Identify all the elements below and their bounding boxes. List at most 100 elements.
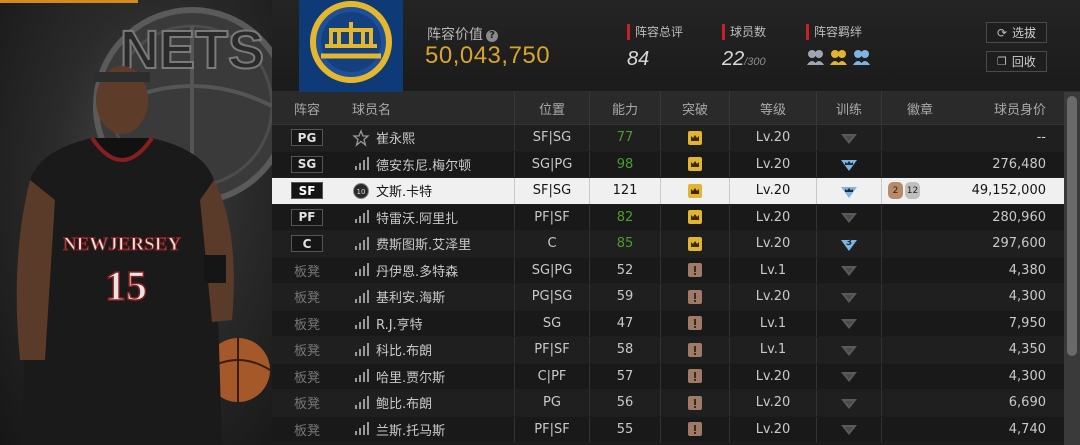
breakthrough-cell[interactable] [660, 390, 730, 416]
training-shield-icon[interactable] [839, 342, 859, 358]
breakthrough-alert-icon[interactable] [687, 289, 703, 305]
col-header-ability[interactable]: 能力 [590, 92, 660, 124]
training-cell[interactable] [816, 257, 882, 283]
table-row[interactable]: SG 德安东尼.梅尔顿 SG|PG 98 Lv.20 276,480 [272, 151, 1064, 178]
training-shield-icon[interactable] [839, 395, 859, 411]
badges-cell[interactable] [882, 311, 958, 337]
slot-tag[interactable]: PG [291, 129, 323, 147]
breakthrough-alert-icon[interactable] [687, 395, 703, 411]
training-cell[interactable] [816, 178, 882, 204]
breakthrough-cell[interactable] [660, 231, 730, 257]
filter-button[interactable]: ⟳ 选拔 [986, 22, 1047, 43]
crown-breakthrough-icon[interactable] [687, 236, 703, 252]
badges-cell[interactable] [882, 337, 958, 363]
slot-tag[interactable]: SG [291, 155, 323, 173]
training-cell[interactable] [816, 337, 882, 363]
crown-breakthrough-icon[interactable] [687, 209, 703, 225]
breakthrough-cell[interactable] [660, 416, 730, 442]
player-name-cell[interactable]: 费斯图斯.艾泽里 [342, 231, 514, 257]
training-cell[interactable] [816, 310, 882, 336]
training-shield-icon[interactable] [839, 183, 859, 199]
training-cell[interactable] [816, 390, 882, 416]
training-cell[interactable] [816, 416, 882, 442]
breakthrough-cell[interactable] [660, 363, 730, 389]
crown-breakthrough-icon[interactable] [687, 183, 703, 199]
scrollbar-thumb[interactable] [1067, 96, 1077, 356]
table-row[interactable]: 板凳 兰斯.托马斯 PF|SF 55 Lv.20 4,740 [272, 416, 1064, 443]
training-shield-icon[interactable] [839, 368, 859, 384]
table-row[interactable]: 板凳 哈里.贾尔斯 C|PF 57 Lv.20 4,300 [272, 363, 1064, 390]
breakthrough-cell[interactable] [660, 257, 730, 283]
bond-silver-icon[interactable] [806, 48, 825, 66]
bond-icons[interactable] [806, 48, 871, 66]
col-header-player-value[interactable]: 球员身价 [958, 92, 1064, 124]
training-cell[interactable] [816, 284, 882, 310]
training-shield-icon[interactable] [839, 130, 859, 146]
training-shield-icon[interactable] [839, 209, 859, 225]
breakthrough-alert-icon[interactable] [687, 342, 703, 358]
help-icon[interactable]: ? [486, 30, 498, 42]
badges-cell[interactable] [882, 125, 958, 151]
bond-gold-icon[interactable] [829, 48, 848, 66]
breakthrough-cell[interactable] [660, 284, 730, 310]
breakthrough-cell[interactable] [660, 125, 730, 151]
table-row[interactable]: C 费斯图斯.艾泽里 C 85 Lv.20 3 297,600 [272, 231, 1064, 258]
breakthrough-cell[interactable] [660, 151, 730, 177]
breakthrough-alert-icon[interactable] [687, 421, 703, 437]
breakthrough-alert-icon[interactable] [687, 315, 703, 331]
training-cell[interactable] [816, 125, 882, 151]
player-name-cell[interactable]: 基利安.海斯 [342, 284, 514, 310]
breakthrough-cell[interactable] [660, 337, 730, 363]
player-name-cell[interactable]: 崔永熙 [342, 125, 514, 151]
training-cell[interactable]: 3 [816, 231, 882, 257]
slot-tag[interactable]: SF [291, 182, 323, 200]
table-row[interactable]: PG 崔永熙 SF|SG 77 Lv.20 -- [272, 125, 1064, 152]
training-cell[interactable] [816, 204, 882, 230]
table-row[interactable]: 板凳 R.J.亨特 SG 47 Lv.1 7,950 [272, 310, 1064, 337]
badges-cell[interactable] [882, 231, 958, 257]
player-name-cell[interactable]: R.J.亨特 [342, 311, 514, 337]
badges-cell[interactable]: 2 12 [882, 178, 958, 204]
training-shield-icon[interactable] [839, 315, 859, 331]
breakthrough-cell[interactable] [660, 178, 730, 204]
col-header-position[interactable]: 位置 [514, 92, 590, 124]
player-name-cell[interactable]: 兰斯.托马斯 [342, 417, 514, 443]
col-header-level[interactable]: 等级 [730, 92, 816, 124]
breakthrough-cell[interactable] [660, 310, 730, 336]
crown-breakthrough-icon[interactable] [687, 156, 703, 172]
badges-cell[interactable] [882, 390, 958, 416]
badges-cell[interactable] [882, 205, 958, 231]
table-row[interactable]: 板凳 基利安.海斯 PG|SG 59 Lv.20 4,300 [272, 284, 1064, 311]
breakthrough-alert-icon[interactable] [687, 262, 703, 278]
badge-silver-icon[interactable]: 12 [905, 182, 920, 200]
table-row[interactable]: PF 特雷沃.阿里扎 PF|SF 82 Lv.20 280,960 [272, 204, 1064, 231]
training-shield-icon[interactable] [839, 262, 859, 278]
recycle-button[interactable]: ❐ 回收 [986, 51, 1047, 72]
col-header-badges[interactable]: 徽章 [882, 92, 958, 124]
player-name-cell[interactable]: 丹伊恩.多特森 [342, 258, 514, 284]
slot-tag[interactable]: C [291, 235, 323, 253]
table-row[interactable]: SF 10 文斯.卡特 SF|SG 121 Lv.20 2 12 49,152,000 [272, 178, 1064, 205]
col-header-name[interactable]: 球员名 [342, 92, 514, 124]
badges-cell[interactable] [882, 258, 958, 284]
training-shield-icon[interactable] [839, 421, 859, 437]
training-cell[interactable] [816, 363, 882, 389]
slot-tag[interactable]: PF [291, 208, 323, 226]
col-header-training[interactable]: 训练 [816, 92, 882, 124]
player-name-cell[interactable]: 科比.布朗 [342, 337, 514, 363]
col-header-breakthrough[interactable]: 突破 [660, 92, 730, 124]
bond-blue-icon[interactable] [852, 48, 871, 66]
badges-cell[interactable] [882, 417, 958, 443]
table-row[interactable]: 板凳 丹伊恩.多特森 SG|PG 52 Lv.1 4,380 [272, 257, 1064, 284]
table-row[interactable]: 板凳 鲍比.布朗 PG 56 Lv.20 6,690 [272, 390, 1064, 417]
player-name-cell[interactable]: 鲍比.布朗 [342, 390, 514, 416]
player-name-cell[interactable]: 哈里.贾尔斯 [342, 364, 514, 390]
crown-breakthrough-icon[interactable] [687, 130, 703, 146]
player-name-cell[interactable]: 特雷沃.阿里扎 [342, 205, 514, 231]
training-shield-icon[interactable] [839, 289, 859, 305]
player-name-cell[interactable]: 德安东尼.梅尔顿 [342, 152, 514, 178]
table-row[interactable]: 板凳 科比.布朗 PF|SF 58 Lv.1 4,350 [272, 337, 1064, 364]
badge-bronze-icon[interactable]: 2 [888, 182, 903, 200]
badges-cell[interactable] [882, 284, 958, 310]
player-name-cell[interactable]: 10 文斯.卡特 [342, 178, 514, 204]
